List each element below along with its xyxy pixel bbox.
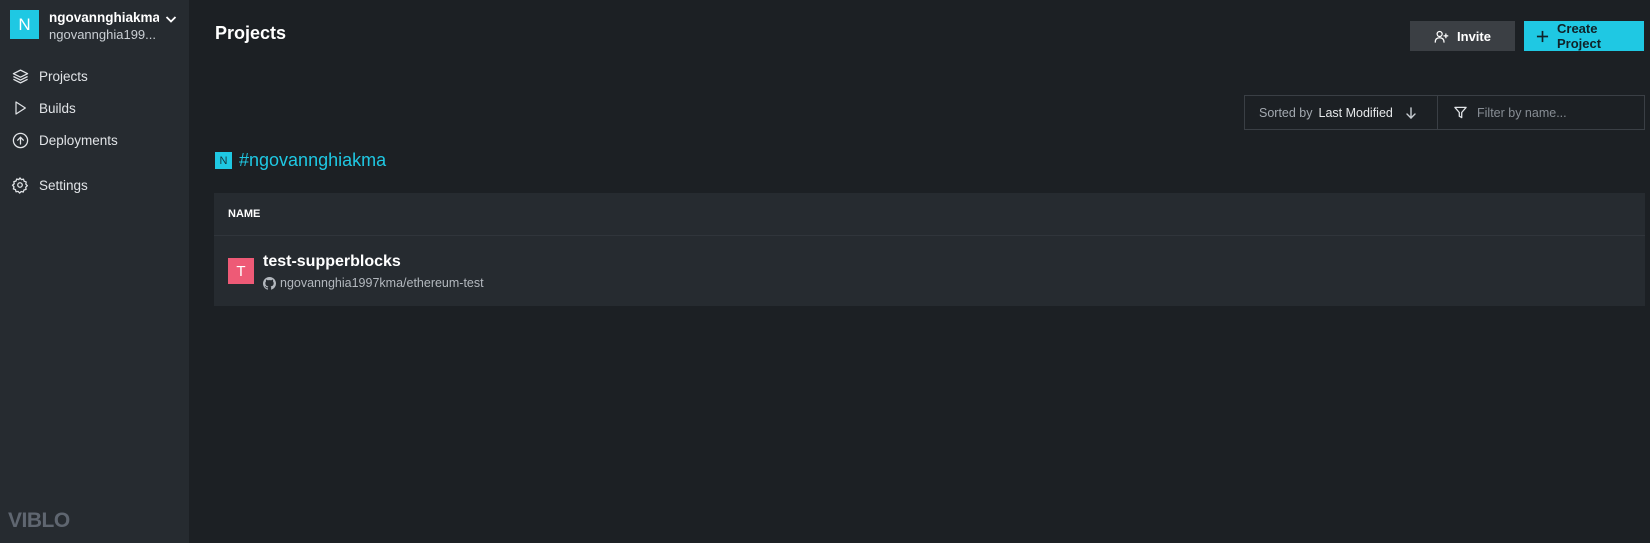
arrow-down-icon bbox=[1405, 106, 1417, 119]
viblo-logo: VIBLO bbox=[8, 509, 70, 532]
main-content: Projects Invite Create Project Sorted by… bbox=[189, 0, 1650, 543]
project-avatar: T bbox=[228, 258, 254, 284]
account-text: ngovannghiakma ngovannghia199... bbox=[49, 10, 159, 44]
table-header: NAME bbox=[214, 193, 1645, 236]
project-repo-link[interactable]: ngovannghia1997kma/ethereum-test bbox=[280, 276, 484, 290]
project-text: test-supperblocks ngovannghia1997kma/eth… bbox=[263, 252, 484, 290]
filter-input[interactable] bbox=[1477, 105, 1637, 120]
org-heading: N #ngovannghiakma bbox=[215, 150, 386, 171]
sidebar-item-label: Deployments bbox=[39, 132, 118, 148]
table-row[interactable]: T test-supperblocks ngovannghia1997kma/e… bbox=[214, 236, 1645, 306]
gear-icon bbox=[11, 176, 29, 194]
plus-icon bbox=[1536, 30, 1549, 43]
page-title: Projects bbox=[215, 23, 287, 43]
filter-field bbox=[1438, 96, 1644, 129]
account-subtitle: ngovannghia199... bbox=[49, 27, 156, 42]
invite-label: Invite bbox=[1457, 28, 1491, 44]
account-name: ngovannghiakma bbox=[49, 10, 159, 25]
github-icon bbox=[263, 276, 276, 290]
create-project-label: Create Project bbox=[1557, 21, 1602, 51]
add-user-icon bbox=[1434, 29, 1449, 44]
org-avatar: N bbox=[215, 152, 232, 169]
account-switcher[interactable]: N ngovannghiakma ngovannghia199... bbox=[0, 0, 189, 58]
sidebar-item-label: Builds bbox=[39, 100, 76, 116]
project-name[interactable]: test-supperblocks bbox=[263, 252, 484, 272]
sidebar-item-settings[interactable]: Settings bbox=[0, 169, 189, 201]
sort-dropdown[interactable]: Sorted by Last Modified bbox=[1245, 96, 1438, 129]
project-toolbar: Sorted by Last Modified bbox=[1244, 95, 1645, 130]
project-repo: ngovannghia1997kma/ethereum-test bbox=[263, 276, 484, 290]
filter-icon bbox=[1454, 106, 1467, 119]
sidebar-item-label: Settings bbox=[39, 177, 88, 193]
chevron-down-icon[interactable] bbox=[163, 11, 179, 27]
play-icon bbox=[11, 99, 29, 117]
account-avatar: N bbox=[10, 10, 39, 39]
upload-circle-icon bbox=[11, 131, 29, 149]
column-header-name: NAME bbox=[228, 208, 261, 220]
sort-label: Sorted by bbox=[1259, 105, 1313, 120]
sidebar: N ngovannghiakma ngovannghia199... Proje… bbox=[0, 0, 189, 543]
sidebar-item-label: Projects bbox=[39, 68, 88, 84]
sidebar-nav: Projects Builds Deployments Settings bbox=[0, 60, 189, 201]
create-project-button[interactable]: Create Project bbox=[1524, 21, 1644, 51]
sidebar-item-deployments[interactable]: Deployments bbox=[0, 124, 189, 156]
org-name-link[interactable]: #ngovannghiakma bbox=[239, 150, 386, 171]
sidebar-item-projects[interactable]: Projects bbox=[0, 60, 189, 92]
sort-value: Last Modified bbox=[1318, 105, 1393, 120]
projects-table: NAME T test-supperblocks ngovannghia1997… bbox=[214, 193, 1645, 306]
layers-icon bbox=[11, 67, 29, 85]
sidebar-item-builds[interactable]: Builds bbox=[0, 92, 189, 124]
invite-button[interactable]: Invite bbox=[1410, 21, 1515, 51]
